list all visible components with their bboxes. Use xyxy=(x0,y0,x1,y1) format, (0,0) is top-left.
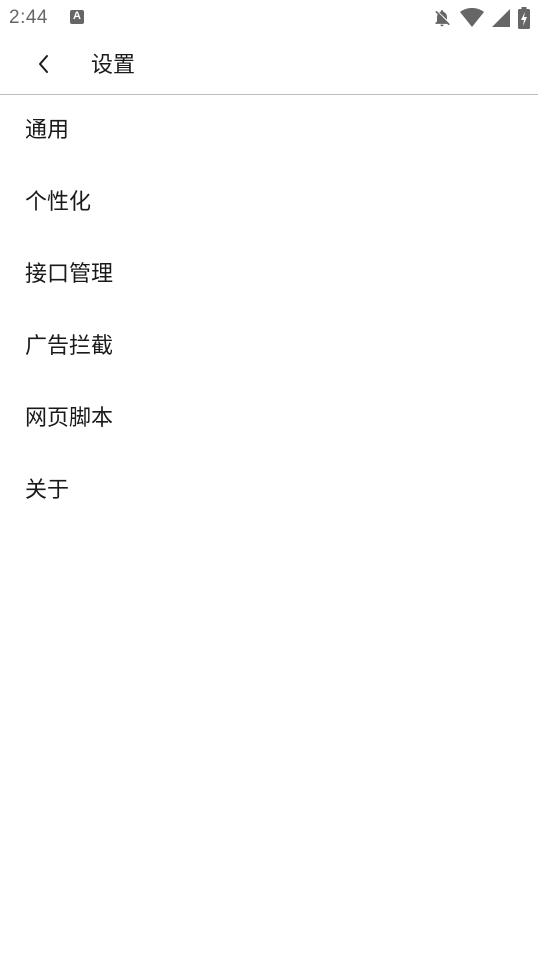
battery-charging-icon xyxy=(518,7,530,29)
wifi-icon xyxy=(460,8,484,28)
settings-item-ad-blocking[interactable]: 广告拦截 xyxy=(0,311,538,383)
settings-list: 通用 个性化 接口管理 广告拦截 网页脚本 关于 xyxy=(0,95,538,527)
settings-item-label: 通用 xyxy=(25,118,70,143)
settings-item-interface-management[interactable]: 接口管理 xyxy=(0,239,538,311)
status-icons xyxy=(432,6,530,30)
settings-screen: 2:44 A 设置 通用 个性化 接口管理 广告拦截 网页脚本 关于 xyxy=(0,0,538,958)
settings-item-label: 关于 xyxy=(25,478,70,503)
page-title: 设置 xyxy=(91,53,136,78)
settings-item-about[interactable]: 关于 xyxy=(0,455,538,527)
back-button[interactable] xyxy=(22,44,66,88)
settings-item-label: 网页脚本 xyxy=(25,406,114,431)
status-time: 2:44 xyxy=(9,7,48,28)
settings-item-personalization[interactable]: 个性化 xyxy=(0,167,538,239)
a-badge-icon: A xyxy=(70,10,84,24)
chevron-left-icon xyxy=(36,53,52,79)
settings-item-web-scripts[interactable]: 网页脚本 xyxy=(0,383,538,455)
cellular-signal-icon xyxy=(492,8,510,28)
settings-item-general[interactable]: 通用 xyxy=(0,95,538,167)
a-badge-letter: A xyxy=(73,10,81,22)
settings-item-label: 个性化 xyxy=(25,190,92,215)
app-bar: 设置 xyxy=(0,36,538,95)
bell-off-icon xyxy=(432,8,452,28)
settings-item-label: 接口管理 xyxy=(25,262,114,287)
status-bar: 2:44 A xyxy=(0,0,538,36)
settings-item-label: 广告拦截 xyxy=(25,334,114,359)
